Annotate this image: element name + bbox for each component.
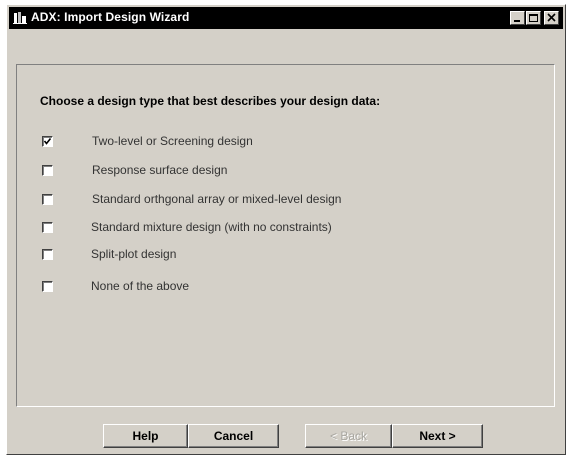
back-button[interactable]: < Back <box>305 424 392 448</box>
option-checkbox[interactable] <box>42 221 53 233</box>
option-label: Standard orthgonal array or mixed-level … <box>92 192 342 206</box>
option-two-level-screening[interactable]: Two-level or Screening design <box>42 131 253 151</box>
option-label: Response surface design <box>92 163 228 177</box>
window-controls <box>510 11 559 25</box>
option-checkbox[interactable] <box>42 280 53 292</box>
option-split-plot[interactable]: Split-plot design <box>42 244 176 264</box>
option-label: Split-plot design <box>91 247 177 261</box>
minimize-icon <box>514 20 520 22</box>
minimize-button[interactable] <box>510 11 525 25</box>
close-icon <box>547 13 556 22</box>
option-orthogonal-array[interactable]: Standard orthgonal array or mixed-level … <box>42 189 341 209</box>
design-type-prompt: Choose a design type that best describes… <box>40 94 381 108</box>
maximize-button[interactable] <box>526 11 541 25</box>
option-none-of-above[interactable]: None of the above <box>42 276 189 296</box>
window-title: ADX: Import Design Wizard <box>31 10 190 24</box>
option-label: Two-level or Screening design <box>92 134 253 148</box>
app-icon[interactable] <box>13 11 27 25</box>
option-checkbox[interactable] <box>42 135 53 147</box>
title-bar[interactable]: ADX: Import Design Wizard <box>9 7 563 29</box>
checkmark-icon <box>43 137 52 145</box>
option-checkbox[interactable] <box>42 248 53 260</box>
cancel-button[interactable]: Cancel <box>188 424 279 448</box>
option-checkbox[interactable] <box>42 164 53 176</box>
option-response-surface[interactable]: Response surface design <box>42 160 227 180</box>
option-checkbox[interactable] <box>42 193 53 205</box>
close-button[interactable] <box>544 11 559 25</box>
option-label: Standard mixture design (with no constra… <box>91 220 332 234</box>
option-label: None of the above <box>91 279 190 293</box>
next-button[interactable]: Next > <box>392 424 483 448</box>
help-button[interactable]: Help <box>103 424 188 448</box>
maximize-icon <box>529 14 538 22</box>
option-mixture-design[interactable]: Standard mixture design (with no constra… <box>42 217 332 237</box>
